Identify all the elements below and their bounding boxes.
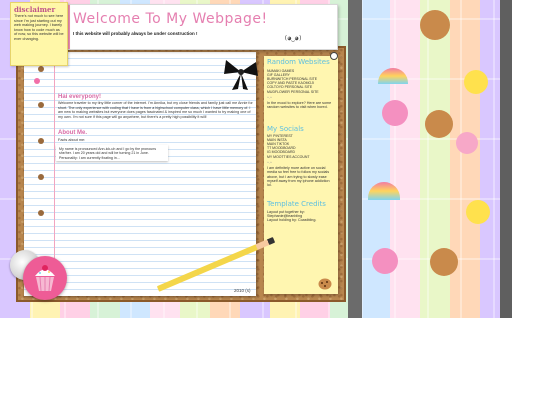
- pattern-ice-cream: [372, 248, 398, 274]
- social-link[interactable]: MY MOOTTIES ACCOUNT: [267, 155, 335, 159]
- credits-heading: Template Credits: [267, 200, 326, 208]
- pattern-ice-cream: [382, 100, 408, 126]
- pushpin-icon: [330, 52, 338, 60]
- sidebar-paper: Random Websites NUMAKI GAMES GIF GALLERY…: [264, 56, 338, 294]
- intro-section: Hai everypony! Welcome traveler to my ti…: [58, 94, 253, 120]
- pattern-ice-cream: [456, 132, 478, 154]
- disclaimer-text: There's not much to see here since I'm j…: [14, 14, 64, 41]
- header-paper: Welcome To My Webpage! I this website wi…: [66, 4, 338, 50]
- socials-text: I am definitely more active on social me…: [267, 165, 330, 188]
- background-dark-strip: [500, 0, 512, 318]
- cupcake-badge: [23, 256, 67, 300]
- pattern-cookie: [430, 248, 458, 276]
- socials-list: MY PINTEREST MAIN INSTA MAIN TIKTOK TT M…: [267, 134, 335, 159]
- kaomoji-face: (◕‿◕): [284, 35, 303, 42]
- pattern-cookie: [425, 110, 453, 138]
- intro-text: Welcome traveler to my tiny little corne…: [58, 101, 253, 119]
- random-websites-list: NUMAKI GAMES GIF GALLERY BURNWITCH PERSO…: [267, 69, 335, 94]
- socials-section: My Socials MY PINTEREST MAIN INSTA MAIN …: [267, 126, 335, 188]
- page-title: Welcome To My Webpage!: [73, 11, 268, 27]
- cupcake-icon: [35, 265, 55, 292]
- pushpin-icon: [34, 78, 40, 84]
- explore-text: In the mood to explore? Here are some ra…: [267, 100, 332, 110]
- socials-heading: My Socials: [267, 125, 304, 133]
- credits-line: Layout holding by: Coastbling.: [267, 218, 317, 223]
- pattern-duck: [466, 200, 490, 224]
- pattern-cookie: [420, 10, 450, 40]
- disclaimer-note: disclaimer There's not much to see here …: [10, 2, 68, 66]
- separator: ^.^: [267, 94, 272, 100]
- about-heading: About Me.: [58, 130, 87, 136]
- paper-hole: [38, 174, 44, 180]
- about-note-text: My name is pronounced Ann-ick-uh and I g…: [59, 147, 157, 160]
- credits-section: Template Credits Layout put together by:…: [267, 201, 335, 223]
- paper-hole: [38, 66, 44, 72]
- page-subtitle: I this website will probably always be u…: [73, 31, 198, 36]
- random-websites-heading: Random Websites: [267, 58, 330, 66]
- about-note: My name is pronounced Ann-ick-uh and I g…: [56, 145, 168, 161]
- intro-heading: Hai everypony!: [58, 94, 102, 100]
- black-bow-icon: [224, 60, 258, 90]
- credits-line: Layout put together by: Stephanie@ieanbl…: [267, 209, 305, 218]
- paper-hole: [38, 138, 44, 144]
- paper-holes: [38, 66, 44, 246]
- pattern-duck: [464, 70, 488, 94]
- separator: ^.^: [267, 159, 272, 165]
- random-link[interactable]: MUDFLOWER PERSONAL SITE: [267, 90, 335, 94]
- random-websites-section: Random Websites NUMAKI GAMES GIF GALLERY…: [267, 59, 335, 110]
- background-dark-strip: [348, 0, 362, 318]
- paper-hole: [38, 210, 44, 216]
- cookie-icon: [318, 278, 332, 290]
- facts-label: Facts about me:: [58, 138, 86, 142]
- paper-hole: [38, 102, 44, 108]
- disclaimer-title: disclaimer: [14, 5, 56, 14]
- date-stamp: 2010 (s): [234, 288, 251, 293]
